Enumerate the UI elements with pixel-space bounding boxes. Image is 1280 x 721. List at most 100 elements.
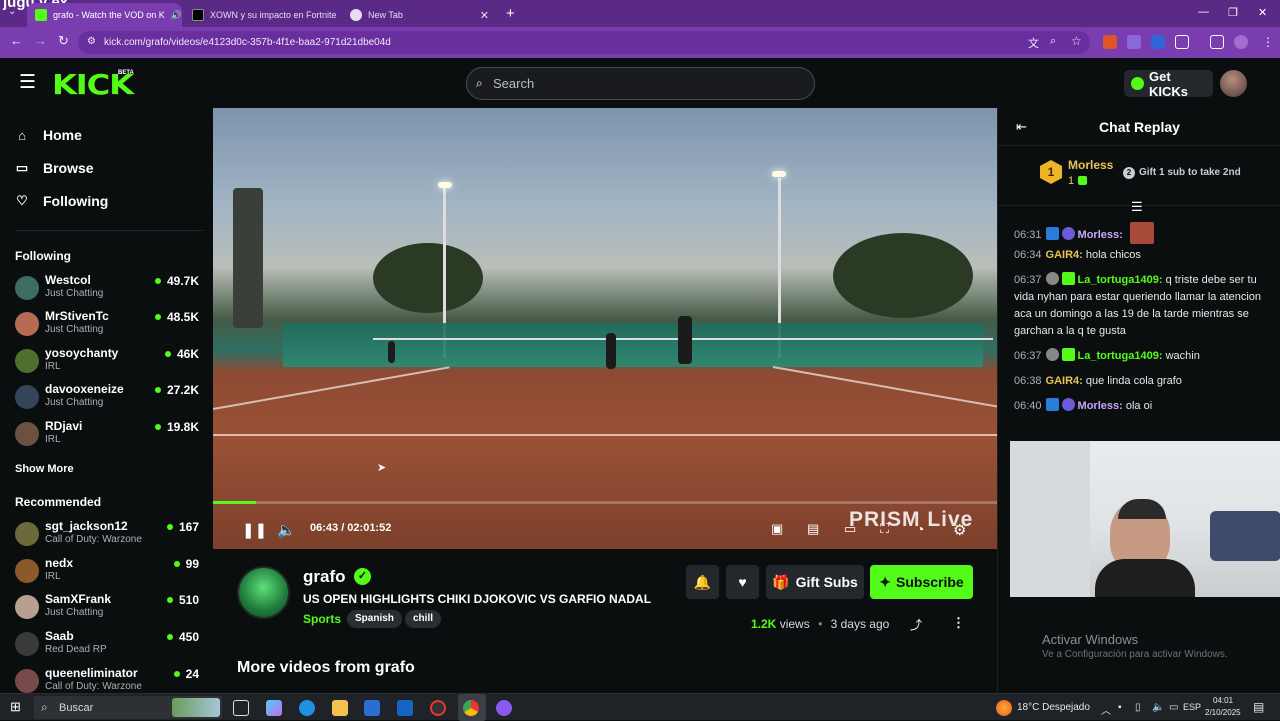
clock-date[interactable]: 2/10/2025 <box>1205 708 1241 717</box>
tray-chevron-icon[interactable]: ︿ <box>1101 702 1111 717</box>
channel-name[interactable]: grafo <box>303 567 346 587</box>
battery-icon[interactable]: ▭ <box>1169 702 1178 713</box>
tag-spanish[interactable]: Spanish <box>347 610 402 628</box>
tag-chill[interactable]: chill <box>405 610 442 628</box>
weather-icon[interactable] <box>996 700 1012 716</box>
follow-heart-button[interactable]: ♥ <box>726 565 759 599</box>
new-tab-plus-icon[interactable]: + <box>506 5 515 22</box>
channel-name: queeneliminator <box>45 666 138 680</box>
sidebar-nav-browse[interactable]: ▭ Browse <box>15 160 94 176</box>
following-channel-davooxeneize[interactable]: davooxeneize Just Chatting 27.2K <box>15 382 203 416</box>
message-user[interactable]: La_tortuga1409: <box>1078 274 1163 286</box>
message-user[interactable]: Morless: <box>1078 400 1123 412</box>
profile-icon[interactable] <box>1234 35 1248 49</box>
leader-name[interactable]: Morless <box>1068 158 1113 172</box>
settings-gear-icon[interactable]: ⚙ <box>953 521 966 539</box>
message-user[interactable]: Morless: <box>1078 229 1123 241</box>
tab-tiktok[interactable]: XOWN y su impacto en Fortnite ✕ <box>184 3 339 27</box>
following-channel-mrstiventc[interactable]: MrStivenTc Just Chatting 48.5K <box>15 309 203 343</box>
file-explorer-icon[interactable] <box>332 700 348 716</box>
recommended-channel-sgt-jackson12[interactable]: sgt_jackson12 Call of Duty: Warzone 167 <box>15 519 203 553</box>
scene-tree <box>373 243 483 313</box>
recommended-channel-queeneliminator[interactable]: queeneliminator Call of Duty: Warzone 24 <box>15 666 203 693</box>
sidebar-nav-following[interactable]: ♡ Following <box>15 193 108 209</box>
view-stats: 1.2K views • 3 days ago <box>751 617 889 631</box>
outlook-icon[interactable] <box>397 700 413 716</box>
site-info-icon[interactable]: ⚙ <box>87 36 96 47</box>
tab-kick-vod[interactable]: grafo - Watch the VOD on K 🔊 ✕ <box>27 3 182 27</box>
translate-icon[interactable]: 文 <box>1028 35 1039 51</box>
pause-icon[interactable]: ❚❚ <box>242 521 267 539</box>
recommended-channel-saab[interactable]: Saab Red Dead RP 450 <box>15 629 203 663</box>
message-user[interactable]: GAIR4: <box>1046 249 1083 261</box>
gift-cta-text[interactable]: Gift 1 sub to take 2nd <box>1139 167 1241 178</box>
extensions-puzzle-icon[interactable] <box>1175 35 1189 49</box>
edge-icon[interactable] <box>299 700 315 716</box>
extension-icon[interactable] <box>1151 35 1165 49</box>
minimize-icon[interactable]: — <box>1198 6 1209 18</box>
extension-icon[interactable] <box>1103 35 1117 49</box>
forward-icon[interactable]: → <box>34 33 47 48</box>
following-channel-westcol[interactable]: Westcol Just Chatting 49.7K <box>15 273 203 307</box>
close-tab-icon[interactable]: ✕ <box>480 9 489 22</box>
extension-icon[interactable] <box>1127 35 1141 49</box>
app-icon[interactable] <box>430 700 446 716</box>
menu-kebab-icon[interactable]: ⋮ <box>1262 35 1274 49</box>
back-icon[interactable]: ← <box>10 33 23 48</box>
chrome-icon[interactable] <box>463 700 479 716</box>
restore-icon[interactable]: ❐ <box>1228 6 1238 19</box>
sidebar-nav-home[interactable]: ⌂ Home <box>15 127 82 143</box>
message-user[interactable]: La_tortuga1409: <box>1078 350 1163 362</box>
hamburger-menu-icon[interactable]: ☰ <box>19 71 36 94</box>
notifications-icon[interactable]: ▤ <box>1253 700 1264 714</box>
tray-app-icon[interactable]: ▪ <box>1118 702 1122 713</box>
store-icon[interactable] <box>364 700 380 716</box>
copilot-icon[interactable] <box>266 700 282 716</box>
taskbar-search[interactable]: ⌕ Buscar <box>34 696 222 719</box>
user-avatar[interactable] <box>1220 70 1247 97</box>
bookmark-star-icon[interactable]: ☆ <box>1071 34 1082 48</box>
clip-icon[interactable]: ▤ <box>807 521 819 537</box>
speed-icon[interactable]: ◔ <box>916 521 924 537</box>
video-category-link[interactable]: Sports <box>303 612 341 626</box>
weather-text[interactable]: 18°C Despejado <box>1017 702 1090 713</box>
reload-icon[interactable]: ↻ <box>58 33 69 49</box>
miniplayer-icon[interactable]: ▣ <box>771 521 783 537</box>
message-time: 06:31 <box>1014 229 1042 241</box>
message-user[interactable]: GAIR4: <box>1046 375 1083 387</box>
clock-time[interactable]: 04:01 <box>1213 696 1233 705</box>
get-kicks-button[interactable]: Get KICKs <box>1124 69 1213 99</box>
volume-icon[interactable]: 🔈 <box>1152 702 1164 713</box>
search-input[interactable]: ⌕ Search <box>466 67 815 100</box>
fullscreen-icon[interactable]: ⛶ <box>880 521 889 537</box>
tab-new[interactable]: New Tab ✕ <box>342 3 497 27</box>
following-channel-rdjavi[interactable]: RDjavi IRL 19.8K <box>15 419 203 453</box>
recommended-channel-nedx[interactable]: nedx IRL 99 <box>15 556 203 590</box>
video-player[interactable]: ❚❚ 🔈 06:43 / 02:01:52 PRISM Live ▣ ▤ ▭ ⛶… <box>213 108 997 549</box>
volume-icon[interactable]: 🔈 <box>277 521 296 539</box>
following-channel-yosoychanty[interactable]: yosoychanty IRL 46K <box>15 346 203 380</box>
filter-icon[interactable]: ☰ <box>1131 199 1143 215</box>
url-field[interactable]: ⚙ kick.com/grafo/videos/e4123d0c-357b-4f… <box>78 31 1090 54</box>
more-options-icon[interactable]: ⋮ <box>952 615 965 631</box>
zoom-icon[interactable]: ⌕ <box>1050 35 1056 48</box>
seek-bar[interactable] <box>213 501 997 504</box>
reading-list-icon[interactable] <box>1210 35 1224 49</box>
show-more-link[interactable]: Show More <box>15 463 74 475</box>
gift-subs-button[interactable]: 🎁 Gift Subs <box>766 565 864 599</box>
task-view-icon[interactable] <box>233 700 249 716</box>
discord-icon[interactable] <box>496 700 512 716</box>
theater-mode-icon[interactable]: ▭ <box>844 521 856 537</box>
notification-bell-button[interactable]: 🔔 <box>686 565 719 599</box>
windows-start-icon[interactable]: ⊞ <box>10 699 21 715</box>
channel-avatar-large[interactable] <box>237 566 290 619</box>
recommended-channel-samxfrank[interactable]: SamXFrank Just Chatting 510 <box>15 592 203 626</box>
close-window-icon[interactable]: ✕ <box>1258 6 1267 19</box>
viewer-count: 24 <box>173 667 199 681</box>
language-indicator[interactable]: ESP <box>1183 702 1201 712</box>
network-icon[interactable]: ▯ <box>1135 702 1141 713</box>
subscribe-button[interactable]: ✦ Subscribe <box>870 565 973 599</box>
share-icon[interactable]: ⤴ <box>910 616 922 633</box>
divider <box>15 230 203 231</box>
speaker-icon[interactable]: 🔊 <box>171 10 182 21</box>
